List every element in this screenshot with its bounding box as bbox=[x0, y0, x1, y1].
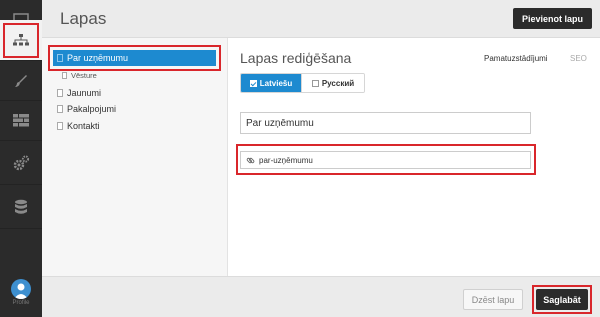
tree-item-label: Pakalpojumi bbox=[67, 104, 117, 114]
page-title: Lapas bbox=[60, 9, 107, 28]
tree-item[interactable]: Jaunumi bbox=[57, 88, 101, 98]
tree-item[interactable]: Kontakti bbox=[57, 121, 100, 131]
link-icon bbox=[246, 157, 255, 163]
tab-basic-settings[interactable]: Pamatuzstādījumi bbox=[484, 54, 548, 63]
tree-item-label: Vēsture bbox=[71, 71, 97, 80]
delete-page-button[interactable]: Dzēst lapu bbox=[463, 289, 523, 310]
add-page-button[interactable]: Pievienot lapu bbox=[513, 8, 592, 29]
tree-highlight bbox=[49, 46, 220, 70]
language-latvian-button[interactable]: Latviešu bbox=[241, 74, 301, 92]
tree-item-child[interactable]: Vēsture bbox=[62, 71, 97, 80]
page-icon bbox=[57, 89, 63, 97]
bottom-bar: Dzēst lapu Saglabāt bbox=[42, 276, 600, 317]
slug-input[interactable]: par-uzņēmumu bbox=[240, 151, 531, 169]
page-editor: Lapas rediģēšana Pamatuzstādījumi SEO La… bbox=[229, 38, 600, 276]
rail-item-settings[interactable] bbox=[0, 141, 42, 185]
top-bar: Lapas Pievienot lapu bbox=[42, 0, 600, 38]
rail-highlight bbox=[4, 24, 38, 57]
tree-item-label: Jaunumi bbox=[67, 88, 102, 98]
grid-icon bbox=[13, 114, 29, 127]
language-label: Русский bbox=[321, 78, 355, 88]
page-icon bbox=[57, 122, 63, 130]
tab-seo[interactable]: SEO bbox=[570, 54, 587, 63]
tree-item[interactable]: Pakalpojumi bbox=[57, 104, 116, 114]
tree-item-label: Kontakti bbox=[67, 121, 100, 131]
slug-value: par-uzņēmumu bbox=[259, 155, 313, 165]
page-icon bbox=[57, 105, 63, 113]
page-icon bbox=[62, 72, 67, 79]
checkbox-checked-icon bbox=[249, 79, 257, 87]
language-russian-button[interactable]: Русский bbox=[301, 74, 364, 92]
checkbox-icon bbox=[311, 79, 319, 87]
editor-title: Lapas rediģēšana bbox=[240, 50, 352, 66]
page-title-input[interactable] bbox=[240, 112, 531, 134]
user-avatar-icon[interactable] bbox=[11, 279, 31, 299]
profile-label: Profile bbox=[12, 300, 30, 306]
brush-icon bbox=[15, 74, 27, 87]
save-button[interactable]: Saglabāt bbox=[536, 289, 588, 310]
icon-rail: Profile bbox=[0, 0, 42, 317]
rail-item-database[interactable] bbox=[0, 185, 42, 229]
rail-item-layout[interactable] bbox=[0, 101, 42, 141]
page-tree: Par uzņēmumu Vēsture Jaunumi Pakalpojumi… bbox=[42, 38, 228, 276]
database-icon bbox=[15, 199, 27, 214]
language-switcher: Latviešu Русский bbox=[240, 73, 365, 93]
language-label: Latviešu bbox=[259, 78, 293, 88]
gears-icon bbox=[13, 154, 30, 170]
rail-item-design[interactable] bbox=[0, 61, 42, 101]
